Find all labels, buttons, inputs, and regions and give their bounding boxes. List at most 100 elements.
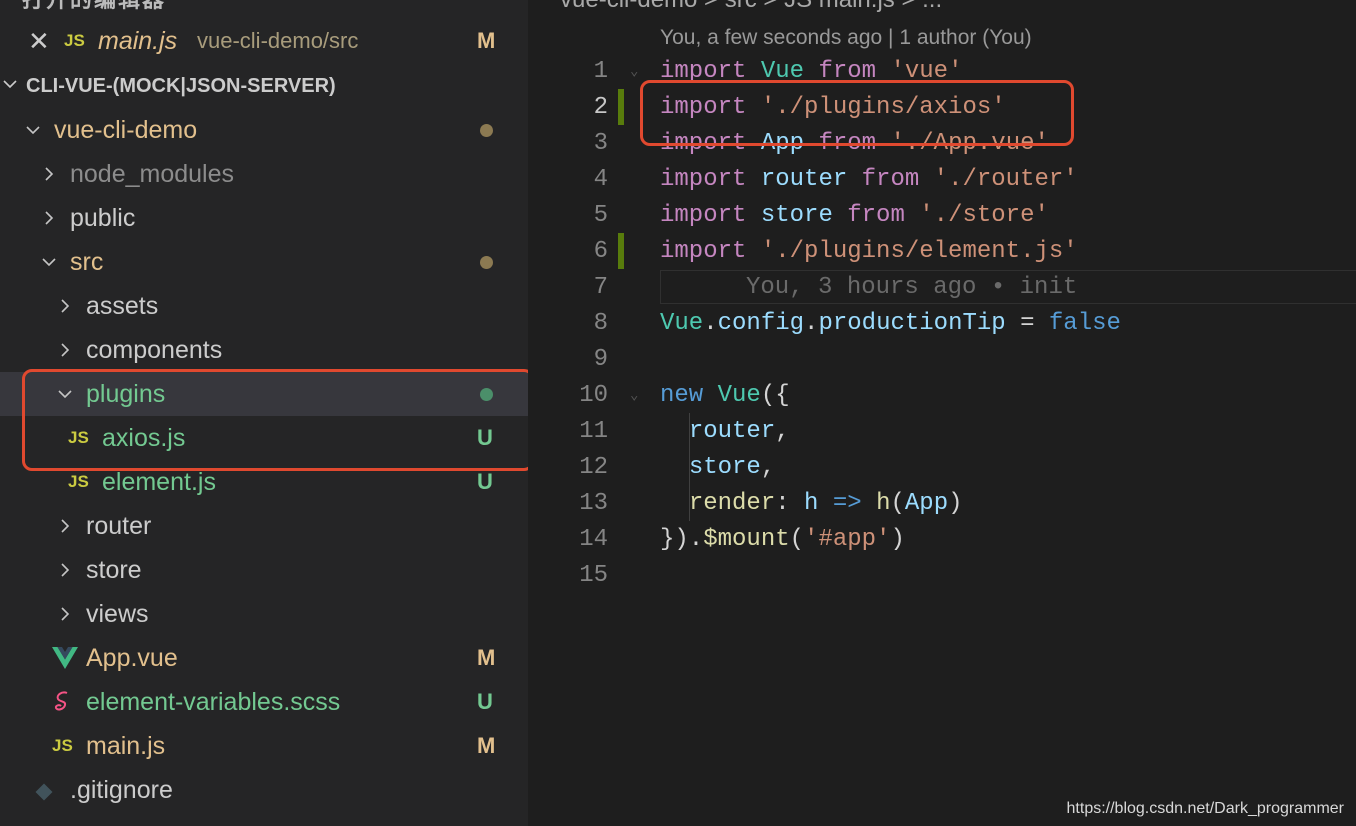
code-line-11[interactable]: 11 router,	[528, 413, 1356, 449]
tree-label: vue-cli-demo	[54, 115, 198, 144]
tree-item-components[interactable]: components	[0, 328, 528, 372]
open-editor-path: vue-cli-demo/src	[197, 28, 359, 53]
git-added-marker	[618, 89, 624, 125]
code-line-13[interactable]: 13 render: h => h(App)	[528, 485, 1356, 521]
open-editors-title[interactable]: 打开的编辑器	[22, 0, 166, 14]
tree-item-vue-cli-demo[interactable]: vue-cli-demo	[0, 108, 528, 152]
explorer-sidebar: 打开的编辑器 ✕ JS main.js vue-cli-demo/src M C…	[0, 0, 528, 826]
js-icon: JS	[64, 31, 85, 50]
open-editor-filename: main.js	[98, 26, 178, 55]
code-line-8[interactable]: 8 Vue.config.productionTip = false	[528, 305, 1356, 341]
close-icon[interactable]: ✕	[28, 26, 50, 57]
line-number: 12	[579, 453, 608, 481]
code-line-15[interactable]: 15	[528, 557, 1356, 593]
code-line-5[interactable]: 5 import store from './store'	[528, 197, 1356, 233]
tree-item-element-variables-scss[interactable]: element-variables.scss U	[0, 680, 528, 724]
tree-item-main-js[interactable]: JS main.js M	[0, 724, 528, 768]
tree-item-gitignore[interactable]: .gitignore	[0, 768, 528, 812]
tree-label: public	[70, 203, 136, 232]
code-text: import store from './store'	[660, 201, 1049, 229]
tree-label: element-variables.scss	[86, 687, 341, 716]
fold-icon: ⌄	[630, 387, 639, 404]
code-text: }).$mount('#app')	[660, 525, 905, 553]
tree-label: main.js	[86, 731, 166, 760]
fold-icon: ⌄	[630, 63, 639, 80]
line-number: 3	[593, 129, 608, 157]
tree-item-assets[interactable]: assets	[0, 284, 528, 328]
code-line-14[interactable]: 14 }).$mount('#app')	[528, 521, 1356, 557]
js-icon: JS	[68, 472, 89, 491]
chevron-right-icon	[54, 603, 76, 625]
code-text: store,	[688, 453, 776, 481]
modified-badge: M	[477, 733, 496, 758]
line-number: 9	[593, 345, 608, 373]
breadcrumb[interactable]: vue-cli-demo > src > JS main.js > ...	[560, 0, 942, 14]
code-text: render: h => h(App)	[688, 489, 963, 517]
watermark: https://blog.csdn.net/Dark_programmer	[1066, 800, 1344, 817]
code-text: new Vue({	[660, 381, 790, 409]
tree-item-store[interactable]: store	[0, 548, 528, 592]
line-number: 1	[593, 57, 608, 85]
js-icon: JS	[52, 736, 73, 755]
tree-item-router[interactable]: router	[0, 504, 528, 548]
line-number: 11	[579, 417, 608, 445]
tree-label: .gitignore	[70, 775, 173, 804]
vue-icon	[52, 647, 78, 669]
line-number: 10	[579, 381, 608, 409]
blame-header[interactable]: You, a few seconds ago | 1 author (You)	[660, 26, 1032, 50]
tree-item-views[interactable]: views	[0, 592, 528, 636]
tree-label: element.js	[102, 467, 216, 496]
code-line-6[interactable]: 6 import './plugins/element.js'	[528, 233, 1356, 269]
line-number: 5	[593, 201, 608, 229]
modified-dot	[480, 255, 493, 269]
line-number: 15	[579, 561, 608, 589]
code-line-10[interactable]: 10 ⌄ new Vue({	[528, 377, 1356, 413]
code-line-7[interactable]: 7 You, 3 hours ago • init	[528, 269, 1356, 305]
line-number: 13	[579, 489, 608, 517]
tree-item-src[interactable]: src	[0, 240, 528, 284]
chevron-right-icon	[54, 339, 76, 361]
code-line-4[interactable]: 4 import router from './router'	[528, 161, 1356, 197]
chevron-down-icon	[22, 119, 44, 141]
code-editor[interactable]: vue-cli-demo > src > JS main.js > ... Yo…	[528, 0, 1356, 826]
sass-icon	[52, 690, 74, 714]
git-added-marker	[618, 233, 624, 269]
git-icon	[34, 780, 54, 801]
line-number: 4	[593, 165, 608, 193]
highlight-box-axios-import	[640, 80, 1074, 146]
chevron-right-icon	[54, 515, 76, 537]
chevron-down-icon	[38, 251, 60, 273]
modified-dot	[480, 123, 493, 137]
chevron-right-icon	[54, 559, 76, 581]
code-line-12[interactable]: 12 store,	[528, 449, 1356, 485]
line-number: 8	[593, 309, 608, 337]
modified-badge: M	[477, 28, 496, 53]
code-text: import './plugins/element.js'	[660, 237, 1078, 265]
tree-label: components	[86, 335, 223, 364]
tree-label: store	[86, 555, 142, 584]
chevron-right-icon	[54, 295, 76, 317]
inline-blame: You, 3 hours ago • init	[746, 273, 1078, 301]
tree-label: node_modules	[70, 159, 235, 188]
tree-item-public[interactable]: public	[0, 196, 528, 240]
highlight-box-plugins	[22, 369, 528, 471]
chevron-down-icon	[2, 75, 22, 95]
untracked-badge: U	[477, 469, 493, 494]
tree-item-node-modules[interactable]: node_modules	[0, 152, 528, 196]
chevron-right-icon	[38, 163, 60, 185]
tree-label: views	[86, 599, 149, 628]
workspace-header[interactable]: CLI-VUE-(MOCK|JSON-SERVER)	[0, 66, 528, 106]
chevron-right-icon	[38, 207, 60, 229]
code-text: Vue.config.productionTip = false	[660, 309, 1121, 337]
line-number: 14	[579, 525, 608, 553]
code-line-9[interactable]: 9	[528, 341, 1356, 377]
tree-label: router	[86, 511, 152, 540]
open-editor-item[interactable]: ✕ JS main.js vue-cli-demo/src M	[0, 19, 528, 63]
indent-guide	[689, 413, 690, 521]
code-text: router,	[688, 417, 790, 445]
modified-badge: M	[477, 645, 496, 670]
workspace-title: CLI-VUE-(MOCK|JSON-SERVER)	[26, 74, 336, 97]
tree-label: App.vue	[86, 643, 178, 672]
line-number: 6	[593, 237, 608, 265]
tree-item-app-vue[interactable]: App.vue M	[0, 636, 528, 680]
